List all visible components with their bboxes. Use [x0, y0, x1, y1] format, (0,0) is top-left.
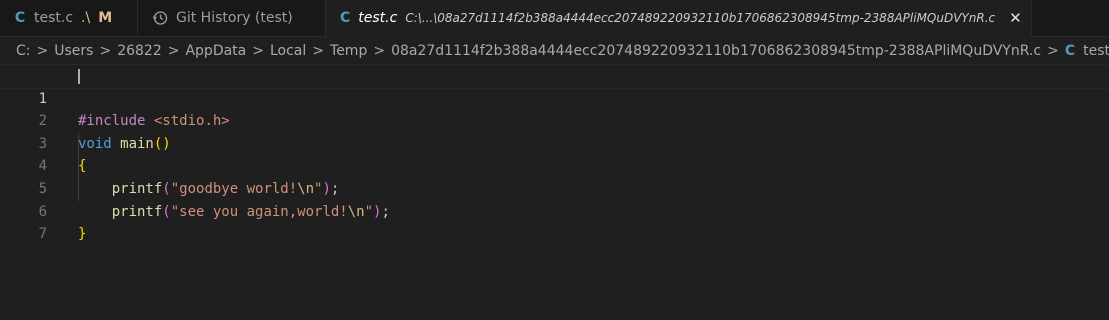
chevron-right-icon: >	[36, 43, 49, 59]
breadcrumb-appdata[interactable]: AppData	[185, 43, 246, 59]
chevron-right-icon: >	[252, 43, 264, 59]
tab-git-history[interactable]: Git History (test)	[138, 0, 326, 36]
modified-badge: M	[98, 10, 113, 26]
breadcrumb: C: > Users > 26822 > AppData > Local > T…	[0, 37, 1109, 65]
chevron-right-icon: >	[99, 43, 112, 59]
breadcrumb-local[interactable]: Local	[270, 43, 306, 59]
line-number: 7	[38, 226, 47, 243]
text-cursor	[78, 69, 80, 84]
close-icon[interactable]: ✕	[1009, 9, 1022, 27]
breadcrumb-users[interactable]: Users	[54, 43, 93, 59]
chevron-right-icon: >	[167, 43, 180, 59]
code-line[interactable]: 6 }	[0, 178, 1109, 243]
code-line[interactable]: 3 {	[0, 110, 1109, 175]
breadcrumb-file[interactable]: test.c	[1083, 43, 1109, 59]
chevron-right-icon: >	[312, 43, 325, 59]
code-line[interactable]: 1 #include <stdio.h>	[0, 64, 1109, 129]
code-line[interactable]: 5 printf("see you again,world!\n");	[0, 155, 1109, 220]
tab-label: test.c	[34, 10, 74, 26]
tab-test-c-modified[interactable]: C test.c .\ M	[0, 0, 138, 36]
c-file-icon: C	[1064, 43, 1076, 59]
code-line[interactable]: 7	[0, 201, 1109, 242]
tab-path: C:\...\08a27d1114f2b388a4444ecc207489220…	[405, 11, 996, 25]
code-line[interactable]: 2 void main()	[0, 88, 1109, 152]
c-file-icon: C	[14, 10, 26, 26]
tab-relative-path: .\	[81, 10, 91, 26]
tab-label: Git History (test)	[176, 10, 293, 26]
breadcrumb-temp-file[interactable]: 08a27d1114f2b388a4444ecc207489220932110b…	[391, 43, 1041, 59]
chevron-right-icon: >	[373, 43, 386, 59]
breadcrumb-drive[interactable]: C:	[16, 43, 31, 59]
code-line[interactable]: 4 printf("goodbye world!\n");	[0, 133, 1109, 197]
tab-test-c-temp[interactable]: C test.c C:\...\08a27d1114f2b388a4444ecc…	[326, 0, 1032, 37]
breadcrumb-temp[interactable]: Temp	[330, 43, 367, 59]
c-file-icon: C	[340, 10, 351, 26]
tab-bar: C test.c .\ M Git History (test) C test.…	[0, 0, 1109, 37]
line-content: }	[78, 223, 86, 246]
chevron-right-icon: >	[1047, 43, 1059, 59]
code-editor[interactable]: 1 #include <stdio.h> 2 void main() 3 { 4…	[0, 64, 1109, 320]
close-brace: }	[78, 226, 87, 243]
history-icon	[152, 10, 168, 26]
breadcrumb-user[interactable]: 26822	[117, 43, 162, 59]
tab-label: test.c	[358, 10, 398, 26]
